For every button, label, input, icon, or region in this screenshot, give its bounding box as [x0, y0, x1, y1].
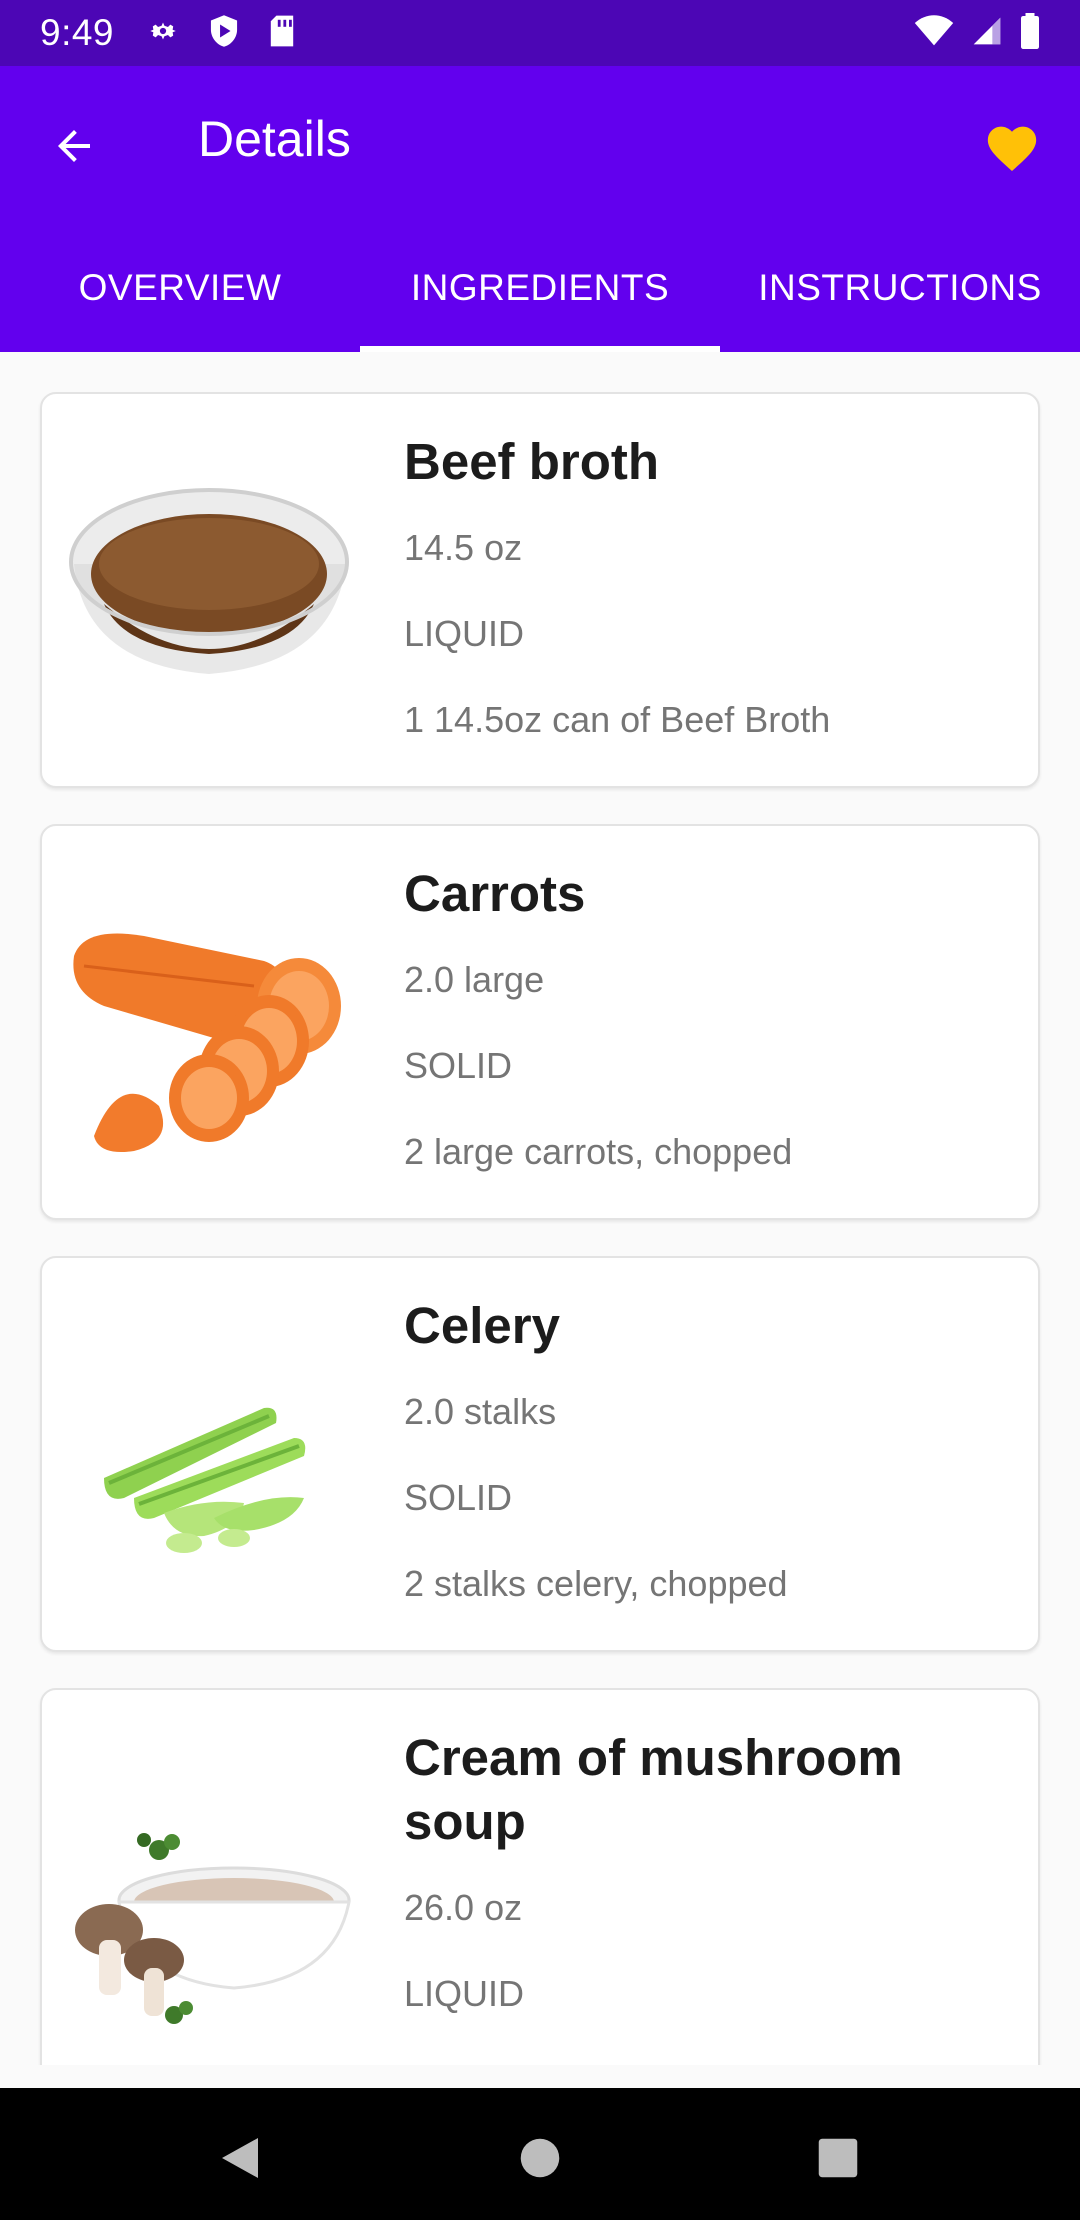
ingredient-card[interactable]: Carrots 2.0 large SOLID 2 large carrots,…	[40, 824, 1040, 1220]
ingredient-consistency: LIQUID	[404, 613, 525, 654]
ingredient-original: 2 stalks celery, chopped	[404, 1563, 788, 1604]
back-button[interactable]	[44, 116, 104, 176]
ingredient-amount: 2.0 large	[404, 959, 545, 1000]
app-bar: Details OVERVIEW INGREDIENTS INSTRUCTION…	[0, 66, 1080, 352]
ingredient-name: Carrots	[404, 865, 586, 922]
ingredient-amount: 2.0 stalks	[404, 1391, 557, 1432]
circle-home-icon	[520, 2138, 560, 2178]
ingredient-list[interactable]: Beef broth 14.5 oz LIQUID 1 14.5oz can o…	[0, 352, 1080, 2065]
system-navigation-bar	[0, 2088, 1080, 2220]
settings-icon	[146, 14, 180, 53]
battery-icon	[1020, 12, 1040, 54]
ingredient-image	[64, 434, 364, 744]
signal-icon	[970, 15, 1004, 52]
ingredient-card[interactable]: Cream of mushroom soup 26.0 oz LIQUID	[40, 1688, 1040, 2065]
ingredient-consistency: LIQUID	[404, 1973, 525, 2014]
nav-recents-button[interactable]	[808, 2128, 868, 2188]
sd-card-icon	[268, 14, 296, 53]
ingredient-image	[64, 1298, 364, 1608]
wifi-icon	[914, 14, 954, 52]
shield-icon	[208, 14, 240, 53]
square-recents-icon	[818, 2138, 858, 2178]
status-bar: 9:49	[0, 0, 1080, 66]
tab-overview[interactable]: OVERVIEW	[0, 224, 360, 352]
ingredient-consistency: SOLID	[404, 1477, 513, 1518]
ingredient-original: 2 large carrots, chopped	[404, 1131, 793, 1172]
ingredient-details: Celery 2.0 stalks SOLID 2 stalks celery,…	[404, 1294, 1008, 1608]
ingredient-original: 1 14.5oz can of Beef Broth	[404, 699, 831, 740]
status-time: 9:49	[40, 12, 115, 53]
tab-instructions[interactable]: INSTRUCTIONS	[720, 224, 1080, 352]
ingredient-amount: 14.5 oz	[404, 527, 523, 568]
ingredient-image	[64, 1810, 364, 2065]
toolbar: Details	[0, 66, 1080, 224]
ingredient-image	[64, 866, 364, 1176]
heart-icon	[987, 126, 1037, 172]
tab-ingredients[interactable]: INGREDIENTS	[360, 224, 720, 352]
ingredient-name: Celery	[404, 1297, 560, 1354]
nav-home-button[interactable]	[510, 2128, 570, 2188]
ingredient-consistency: SOLID	[404, 1045, 513, 1086]
status-left-icons	[146, 14, 296, 53]
ingredient-card[interactable]: Beef broth 14.5 oz LIQUID 1 14.5oz can o…	[40, 392, 1040, 788]
favorite-button[interactable]	[980, 114, 1044, 178]
ingredient-details: Carrots 2.0 large SOLID 2 large carrots,…	[404, 862, 1008, 1176]
nav-back-button[interactable]	[210, 2128, 270, 2188]
status-right-icons	[914, 12, 1040, 54]
ingredient-details: Beef broth 14.5 oz LIQUID 1 14.5oz can o…	[404, 430, 1008, 744]
page-title: Details	[198, 111, 351, 167]
ingredient-amount: 26.0 oz	[404, 1887, 523, 1928]
arrow-back-icon	[58, 130, 90, 162]
triangle-back-icon	[222, 2138, 258, 2178]
ingredient-name: Cream of mushroom soup	[404, 1729, 903, 1850]
ingredient-name: Beef broth	[404, 433, 659, 490]
ingredient-card[interactable]: Celery 2.0 stalks SOLID 2 stalks celery,…	[40, 1256, 1040, 1652]
tab-bar: OVERVIEW INGREDIENTS INSTRUCTIONS	[0, 224, 1080, 352]
ingredient-details: Cream of mushroom soup 26.0 oz LIQUID	[404, 1726, 1008, 2018]
